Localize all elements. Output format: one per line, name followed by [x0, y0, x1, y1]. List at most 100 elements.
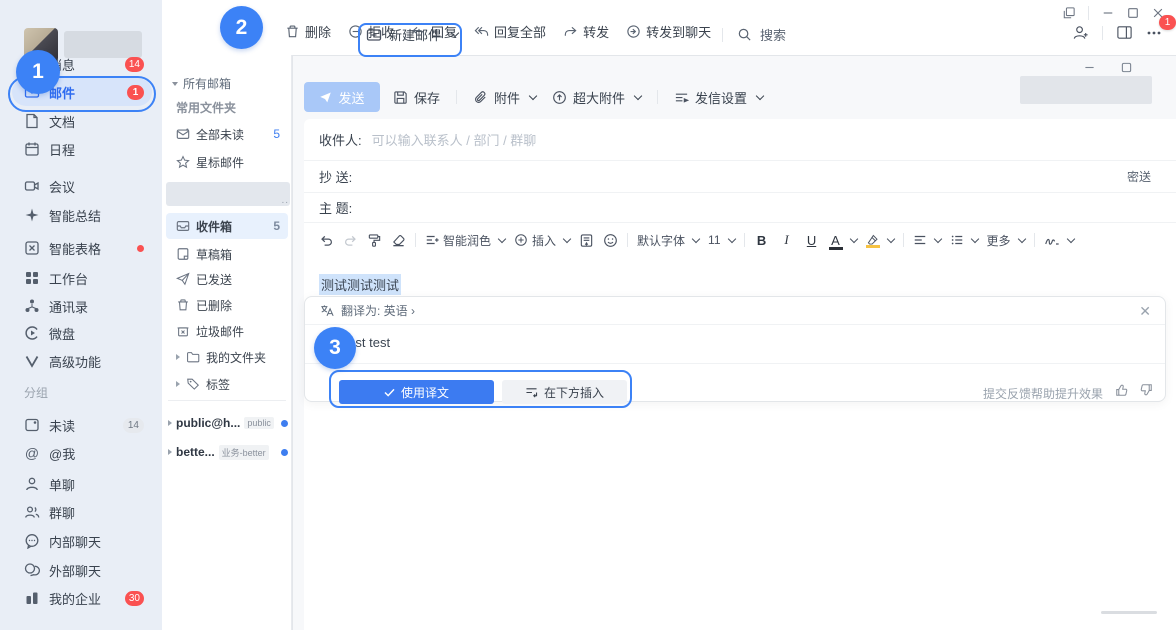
popout-icon[interactable]	[1063, 7, 1075, 19]
sidebar-item-drive[interactable]: 微盘	[12, 319, 152, 347]
bcc-toggle[interactable]: 密送	[1127, 168, 1151, 185]
account-better[interactable]: bette... 业务-better	[168, 440, 290, 464]
save-button[interactable]: 保存	[393, 88, 440, 107]
sidebar-item-group-chat[interactable]: 群聊	[12, 498, 152, 526]
use-translation-button[interactable]: 使用译文	[339, 380, 494, 404]
folder-my-folders[interactable]: 我的文件夹	[166, 344, 288, 370]
template-icon[interactable]	[579, 233, 594, 248]
to-row[interactable]: 收件人: 可以输入联系人 / 部门 / 群聊	[304, 119, 1176, 161]
folder-drafts[interactable]: 草稿箱	[166, 241, 288, 267]
sidebar-item-docs[interactable]: 文档	[12, 107, 152, 135]
sidebar-item-contacts[interactable]: 通讯录	[12, 292, 152, 320]
send-settings-label: 发信设置	[695, 88, 747, 107]
smart-polish-button[interactable]: 智能润色	[425, 232, 505, 249]
sidebar-item-single-chat[interactable]: 单聊	[12, 470, 152, 498]
compose-area: 发送 保存 附件 超大附件 发信设置	[292, 55, 1176, 630]
reply-all-button[interactable]: 回复全部	[474, 22, 546, 41]
sidebar-item-at-me[interactable]: @ @我	[12, 439, 152, 467]
sidebar-item-smart-sheet[interactable]: 智能表格	[12, 234, 152, 262]
unread-mail-icon	[176, 127, 190, 141]
undo-icon[interactable]	[319, 233, 334, 248]
toolbar-divider	[627, 233, 628, 247]
sidebar-item-my-enterprise[interactable]: 我的企业 30	[12, 584, 152, 612]
person-icon	[24, 476, 40, 492]
folder-deleted[interactable]: 已删除	[166, 292, 288, 318]
insert-below-button[interactable]: 在下方插入	[502, 380, 627, 404]
sidebar-item-unread[interactable]: 未读 14	[12, 411, 152, 439]
polish-icon	[425, 233, 439, 247]
folder-sent[interactable]: 已发送	[166, 266, 288, 292]
sidebar-item-calendar[interactable]: 日程	[12, 135, 152, 163]
bold-button[interactable]: B	[754, 233, 770, 248]
subject-row[interactable]: 主 题:	[304, 193, 1176, 223]
all-mailboxes-header[interactable]: 所有邮箱	[172, 75, 231, 92]
folder-tags[interactable]: 标签	[166, 371, 288, 397]
layout-panel-icon[interactable]	[1116, 24, 1133, 41]
action-label: 拒收	[368, 22, 394, 41]
sidebar-item-label: 高级功能	[49, 352, 144, 371]
sidebar-item-internal-chat[interactable]: 内部聊天	[12, 527, 152, 555]
font-family-select[interactable]: 默认字体	[637, 232, 699, 249]
reject-button[interactable]: 拒收	[348, 22, 394, 41]
italic-button[interactable]: I	[779, 232, 795, 248]
cc-row[interactable]: 抄 送: 密送	[304, 161, 1176, 193]
folder-all-unread[interactable]: 全部未读 5	[166, 121, 288, 147]
send-button[interactable]: 发送	[304, 82, 380, 112]
search-button[interactable]: 搜索	[737, 25, 786, 44]
account-public[interactable]: public@h... public	[168, 411, 290, 435]
workbench-icon	[24, 270, 40, 286]
junk-icon	[176, 324, 190, 338]
signature-button[interactable]	[1044, 233, 1074, 247]
list-button[interactable]	[950, 233, 978, 247]
more-menu[interactable]: 1	[1146, 25, 1162, 41]
close-icon[interactable]: ✕	[1139, 304, 1151, 318]
sidebar-item-meeting[interactable]: 会议	[12, 172, 152, 200]
large-attachment-button[interactable]: 超大附件	[552, 88, 641, 107]
highlight-button[interactable]	[866, 234, 894, 246]
mail-body-selected-text[interactable]: 测试测试测试	[319, 274, 401, 295]
sidebar-item-advanced[interactable]: 高级功能	[12, 347, 152, 375]
send-settings-button[interactable]: 发信设置	[674, 88, 763, 107]
insert-label: 插入	[532, 232, 556, 249]
star-icon	[176, 155, 190, 169]
invite-contact-icon[interactable]	[1072, 24, 1089, 41]
folder-inbox[interactable]: 收件箱 5	[166, 213, 288, 239]
minimize-icon[interactable]	[1102, 7, 1114, 19]
sidebar-item-workbench[interactable]: 工作台	[12, 264, 152, 292]
reply-button[interactable]: 回复	[411, 22, 457, 41]
folder-junk[interactable]: 垃圾邮件	[166, 318, 288, 344]
redo-icon[interactable]	[343, 233, 358, 248]
sidebar-item-external-chat[interactable]: 外部聊天	[12, 556, 152, 584]
sidebar-item-label: 邮件	[49, 83, 118, 102]
delete-button[interactable]: 删除	[285, 22, 331, 41]
forward-to-chat-button[interactable]: 转发到聊天	[626, 22, 711, 41]
attachment-button[interactable]: 附件	[473, 88, 536, 107]
paper-plane-icon	[176, 272, 190, 286]
subject-label: 主 题:	[319, 198, 352, 217]
underline-button[interactable]: U	[804, 233, 820, 248]
font-size-select[interactable]: 11	[708, 233, 734, 247]
sender-address-redacted[interactable]	[1020, 76, 1152, 104]
chevron-down-icon	[970, 234, 978, 242]
thumbs-down-icon[interactable]	[1139, 383, 1153, 397]
forward-button[interactable]: 转发	[563, 22, 609, 41]
eraser-icon[interactable]	[391, 233, 406, 248]
font-color-button[interactable]: A	[829, 233, 857, 248]
translate-to-label[interactable]: 翻译为: 英语 ›	[341, 302, 415, 319]
translation-header[interactable]: 翻译为: 英语 ›	[305, 297, 1165, 325]
thumbs-up-icon[interactable]	[1115, 383, 1129, 397]
emoji-icon[interactable]	[603, 233, 618, 248]
compose-minimize-icon[interactable]	[1084, 62, 1095, 73]
account-name-redacted[interactable]	[166, 182, 290, 206]
folder-starred[interactable]: 星标邮件	[166, 149, 288, 175]
format-painter-icon[interactable]	[367, 233, 382, 248]
more-format-button[interactable]: 更多	[987, 232, 1025, 249]
scrollbar[interactable]	[1101, 611, 1157, 614]
compose-maximize-icon[interactable]	[1121, 62, 1132, 73]
align-button[interactable]	[913, 233, 941, 247]
to-input-placeholder[interactable]: 可以输入联系人 / 部门 / 群聊	[372, 130, 537, 149]
sidebar-item-smart-summary[interactable]: 智能总结	[12, 201, 152, 229]
chevron-down-icon	[692, 234, 700, 242]
insert-button[interactable]: 插入	[514, 232, 570, 249]
maximize-icon[interactable]	[1127, 7, 1139, 19]
